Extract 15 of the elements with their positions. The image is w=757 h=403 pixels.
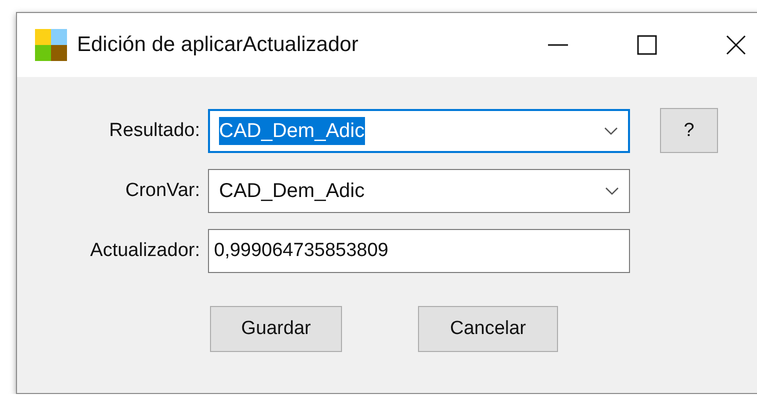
help-button[interactable]: ? — [660, 108, 718, 153]
input-field[interactable]: 0,999064735853809 — [208, 229, 630, 273]
field-label: Resultado: — [108, 120, 200, 142]
field-label: Actualizador: — [89, 240, 200, 262]
save-button[interactable]: Guardar — [210, 306, 342, 352]
field-label: CronVar: — [124, 180, 200, 202]
close-icon[interactable] — [726, 35, 746, 55]
chevron-down-icon — [604, 126, 618, 134]
app-icon — [35, 29, 67, 61]
maximize-icon[interactable] — [637, 35, 657, 55]
dropdown-field[interactable]: CAD_Dem_Adic — [208, 108, 630, 152]
dropdown-field[interactable]: CAD_Dem_Adic — [208, 169, 630, 213]
chevron-down-icon — [605, 187, 619, 195]
cancel-button[interactable]: Cancelar — [418, 306, 558, 352]
window-title: Edición de aplicarActualizador — [77, 33, 358, 57]
